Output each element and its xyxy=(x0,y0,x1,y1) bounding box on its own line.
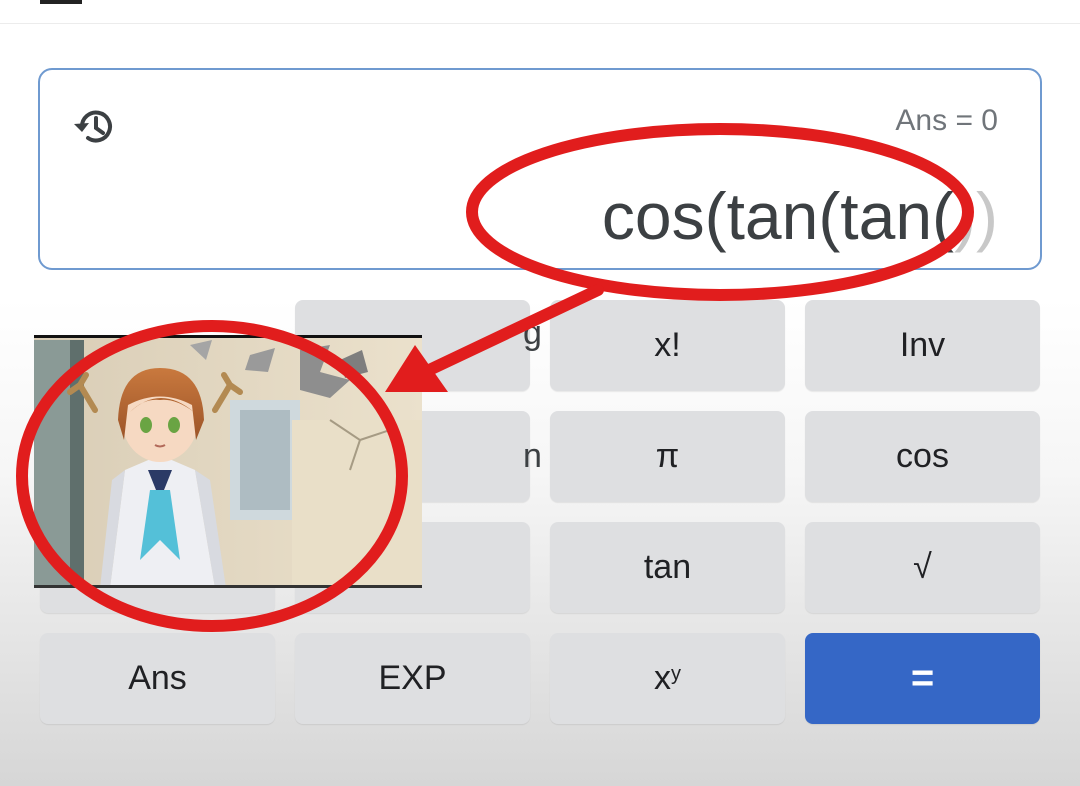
menu-icon[interactable] xyxy=(40,0,82,4)
key-ln-partial[interactable]: n xyxy=(295,411,542,502)
key-equals[interactable]: = xyxy=(805,633,1040,724)
key-ln-label: n xyxy=(523,437,542,475)
key-exp[interactable]: EXP xyxy=(295,633,530,724)
key-row3-col0[interactable] xyxy=(40,522,275,613)
key-row3-col1[interactable] xyxy=(295,522,530,613)
key-pi[interactable]: π xyxy=(550,411,785,502)
answer-line: Ans = 0 xyxy=(895,104,998,137)
calculator-display: Ans = 0 cos(tan(tan()) xyxy=(38,68,1042,270)
key-sqrt[interactable]: √ xyxy=(805,522,1040,613)
key-inv[interactable]: Inv xyxy=(805,300,1040,391)
key-power[interactable]: xy xyxy=(550,633,785,724)
key-factorial[interactable]: x! xyxy=(550,300,785,391)
key-ans[interactable]: Ans xyxy=(40,633,275,724)
key-deg-label: g xyxy=(523,314,542,352)
key-power-base: x xyxy=(654,659,671,697)
expression-text: cos(tan(tan()) xyxy=(602,178,998,254)
key-power-exponent: y xyxy=(671,663,681,685)
key-cos[interactable]: cos xyxy=(805,411,1040,502)
history-icon[interactable] xyxy=(68,104,120,150)
expression-main: cos(tan(tan( xyxy=(601,179,955,253)
expression-ghost-parens: )) xyxy=(954,179,998,253)
key-tan[interactable]: tan xyxy=(550,522,785,613)
top-bar xyxy=(0,0,1080,24)
key-deg-partial[interactable]: g xyxy=(295,300,542,391)
